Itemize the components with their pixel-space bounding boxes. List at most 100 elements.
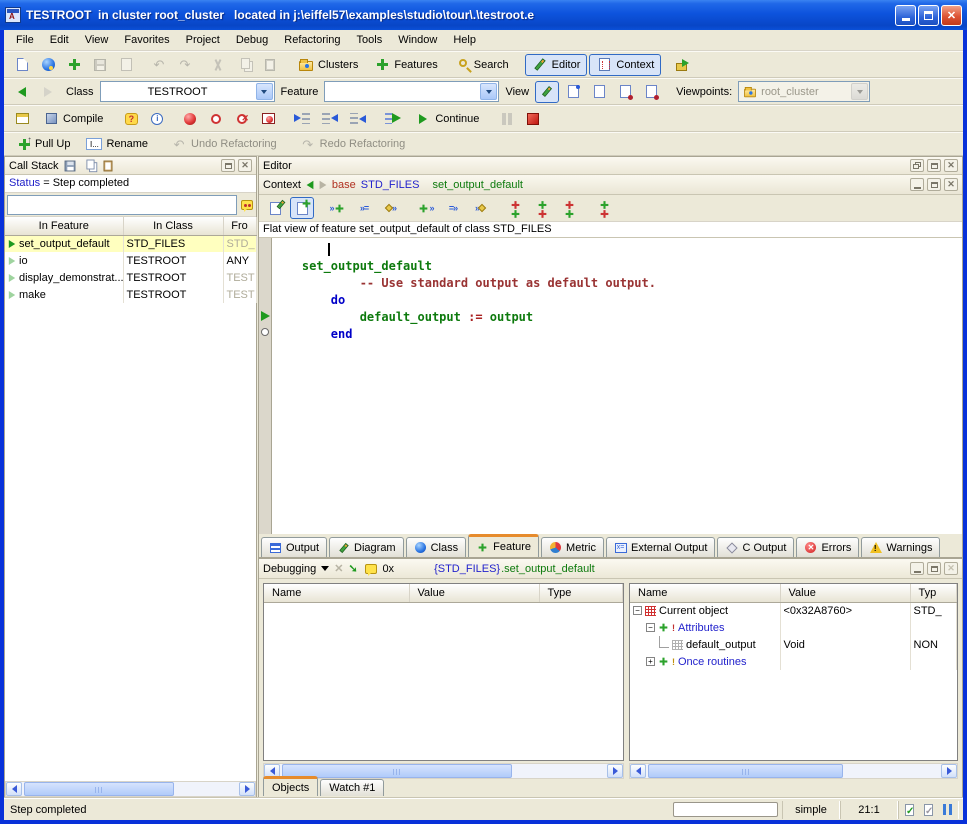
debug-minimize-button[interactable] [910, 562, 924, 575]
info-button[interactable]: i [145, 108, 169, 130]
tab-c-output[interactable]: C Output [717, 537, 794, 557]
import-call-stack-button[interactable] [101, 159, 116, 173]
tab-watch-1[interactable]: Watch #1 [320, 779, 384, 796]
view-contract-button[interactable] [613, 81, 637, 103]
pull-up-button[interactable]: Pull Up [10, 133, 77, 155]
save-button[interactable] [88, 54, 112, 76]
debugging-menu-icon[interactable] [321, 566, 329, 571]
objects-col-type[interactable]: Typ [910, 584, 957, 602]
watch-col-name[interactable]: Name [264, 584, 409, 602]
edit-feature-button[interactable] [263, 197, 287, 219]
step-into-button[interactable] [289, 108, 315, 130]
clusters-button[interactable]: Clusters [291, 54, 365, 76]
tab-feature[interactable]: Feature [468, 534, 539, 557]
class-combobox[interactable]: TESTROOT [100, 81, 275, 102]
homonyms-button[interactable] [592, 197, 616, 219]
col-from[interactable]: Fro [223, 217, 256, 235]
tab-output[interactable]: Output [261, 537, 327, 557]
scroll-left-arrow[interactable] [6, 782, 22, 796]
compile-help-button[interactable]: ? [119, 108, 143, 130]
col-in-feature[interactable]: In Feature [5, 217, 123, 235]
undo-refactoring-button[interactable]: ↶ Undo Refactoring [164, 133, 284, 155]
view-flat-contract-button[interactable] [639, 81, 663, 103]
context-toggle-button[interactable]: Context [589, 54, 661, 76]
editor-restore-button[interactable] [910, 159, 924, 172]
viewpoints-combobox[interactable]: root_cluster [738, 81, 870, 102]
search-button[interactable]: Search [447, 54, 516, 76]
new-document-button[interactable] [10, 54, 34, 76]
maximize-button[interactable] [918, 5, 939, 26]
call-stack-row[interactable]: io TESTROOT ANY [5, 252, 256, 269]
history-forward-button[interactable] [36, 81, 60, 103]
context-minimize-button[interactable] [910, 178, 924, 191]
descendant-versions-button[interactable] [530, 197, 554, 219]
copy-button[interactable] [232, 54, 256, 76]
disable-breakpoints-button[interactable] [204, 108, 228, 130]
project-settings-button[interactable] [10, 108, 34, 130]
features-button[interactable]: Features [367, 54, 444, 76]
exchange-icon[interactable] [348, 563, 360, 575]
debug-close-button[interactable]: ✕ [944, 562, 958, 575]
call-stack-close-button[interactable]: ✕ [238, 159, 252, 172]
scroll-thumb[interactable] [648, 764, 843, 778]
pause-button[interactable] [495, 108, 519, 130]
new-feature-view-button[interactable] [290, 197, 314, 219]
object-row-attributes[interactable]: −!Attributes [630, 619, 957, 636]
run-ignore-breakpoints-button[interactable] [380, 108, 406, 130]
menu-tools[interactable]: Tools [349, 32, 391, 48]
call-stack-maximize-button[interactable] [221, 159, 235, 172]
context-forward-icon[interactable] [320, 180, 327, 189]
continue-button[interactable]: Continue [408, 108, 486, 130]
expand-icon[interactable]: + [646, 657, 655, 666]
stop-button[interactable] [521, 108, 545, 130]
feature-combobox[interactable] [324, 81, 499, 102]
menu-edit[interactable]: Edit [42, 32, 77, 48]
call-stack-filter-input[interactable] [7, 195, 237, 215]
menu-refactoring[interactable]: Refactoring [276, 32, 348, 48]
collapse-icon[interactable]: − [633, 606, 642, 615]
step-over-button[interactable] [317, 108, 343, 130]
menu-project[interactable]: Project [178, 32, 228, 48]
scroll-right-arrow[interactable] [941, 764, 957, 778]
scroll-thumb[interactable] [24, 782, 174, 796]
context-close-button[interactable]: ✕ [944, 178, 958, 191]
menu-view[interactable]: View [77, 32, 117, 48]
external-editor-button[interactable] [670, 54, 694, 76]
menu-help[interactable]: Help [445, 32, 484, 48]
menu-favorites[interactable]: Favorites [116, 32, 177, 48]
add-button[interactable] [62, 54, 86, 76]
enable-breakpoints-button[interactable] [178, 108, 202, 130]
hex-format-toggle[interactable]: 0x [382, 563, 394, 575]
breadcrumb-feature[interactable]: set_output_default [432, 179, 523, 191]
scroll-track[interactable] [22, 782, 239, 796]
call-stack-hscrollbar[interactable] [5, 781, 256, 797]
object-row-once[interactable]: +!Once routines [630, 653, 957, 670]
menu-file[interactable]: File [8, 32, 42, 48]
call-stack-dialog-button[interactable] [239, 198, 254, 212]
editor-maximize-button[interactable] [927, 159, 941, 172]
assignees-button[interactable]: =» [441, 197, 465, 219]
cut-button[interactable] [206, 54, 230, 76]
step-out-button[interactable] [345, 108, 371, 130]
remove-breakpoints-button[interactable] [230, 108, 254, 130]
editor-close-button[interactable]: ✕ [944, 159, 958, 172]
tab-warnings[interactable]: Warnings [861, 537, 940, 557]
objects-hscrollbar[interactable] [629, 763, 958, 779]
object-row-attribute[interactable]: default_output Void NON [630, 636, 957, 653]
objects-col-name[interactable]: Name [630, 584, 780, 602]
implementers-button[interactable] [557, 197, 581, 219]
redo-refactoring-button[interactable]: ↷ Redo Refactoring [293, 133, 413, 155]
context-maximize-button[interactable] [927, 178, 941, 191]
collapse-icon[interactable]: − [646, 623, 655, 632]
view-editor-button[interactable] [535, 81, 559, 103]
minimize-button[interactable] [895, 5, 916, 26]
created-button[interactable]: » [468, 197, 492, 219]
object-row-current[interactable]: −Current object <0x32A8760> STD_ [630, 602, 957, 619]
col-in-class[interactable]: In Class [123, 217, 223, 235]
save-call-stack-button[interactable] [63, 159, 78, 173]
objects-col-value[interactable]: Value [780, 584, 910, 602]
ancestor-versions-button[interactable] [503, 197, 527, 219]
watch-col-type[interactable]: Type [539, 584, 623, 602]
scroll-track[interactable] [646, 764, 941, 778]
tab-external-output[interactable]: x=External Output [606, 537, 715, 557]
